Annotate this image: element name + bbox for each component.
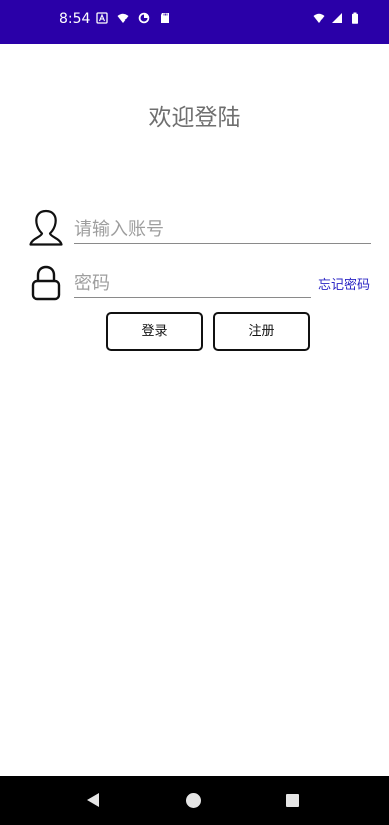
- keyboard-icon: [96, 12, 108, 24]
- password-underline: [74, 297, 311, 298]
- register-button[interactable]: 注册: [213, 312, 310, 351]
- forgot-password-link[interactable]: 忘记密码: [318, 274, 370, 293]
- sd-card-icon: [161, 13, 169, 23]
- page-title: 欢迎登陆: [148, 105, 241, 131]
- recents-icon[interactable]: [286, 794, 299, 807]
- navigation-bar: [0, 776, 389, 825]
- account-underline: [74, 243, 371, 244]
- battery-icon: [352, 12, 358, 24]
- status-time: 8:54: [59, 11, 91, 27]
- wifi-icon: [313, 13, 325, 24]
- svg-text:?: ?: [125, 19, 128, 25]
- status-system-icons: [313, 12, 361, 24]
- account-input[interactable]: [74, 216, 370, 242]
- data-saver-icon: [138, 12, 150, 24]
- home-icon[interactable]: [186, 793, 201, 808]
- lock-icon: [31, 265, 61, 301]
- login-button[interactable]: 登录: [106, 312, 203, 351]
- password-input[interactable]: [74, 270, 310, 296]
- wifi-question-icon: ?: [117, 13, 129, 25]
- signal-icon: [332, 13, 342, 23]
- app-content: [3, 44, 386, 776]
- status-notification-icons: ?: [96, 12, 171, 24]
- user-icon: [29, 209, 63, 246]
- back-icon[interactable]: [86, 792, 100, 808]
- status-bar: 8:54 ?: [0, 0, 389, 44]
